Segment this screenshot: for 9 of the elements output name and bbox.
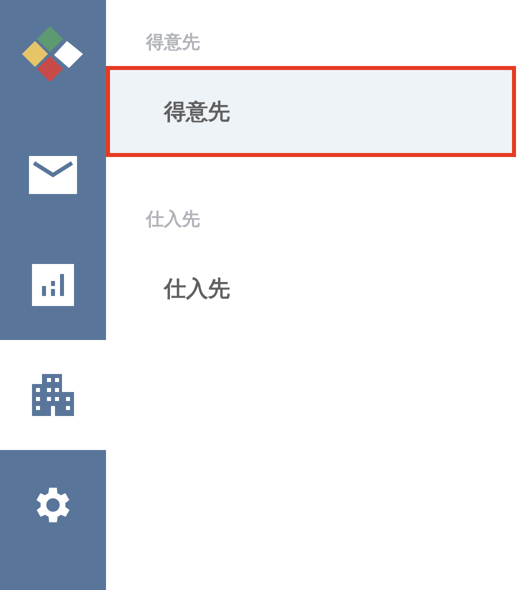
mail-icon bbox=[29, 156, 77, 194]
building-icon bbox=[32, 374, 74, 416]
section-heading: 仕入先 bbox=[146, 208, 200, 231]
nav-button[interactable] bbox=[0, 340, 106, 450]
menu-item[interactable]: 仕入先 bbox=[106, 243, 516, 334]
chart-icon bbox=[32, 264, 74, 306]
puzzle-logo-icon bbox=[21, 26, 85, 84]
menu-item[interactable]: 得意先 bbox=[106, 66, 516, 157]
section-heading: 得意先 bbox=[146, 31, 200, 54]
